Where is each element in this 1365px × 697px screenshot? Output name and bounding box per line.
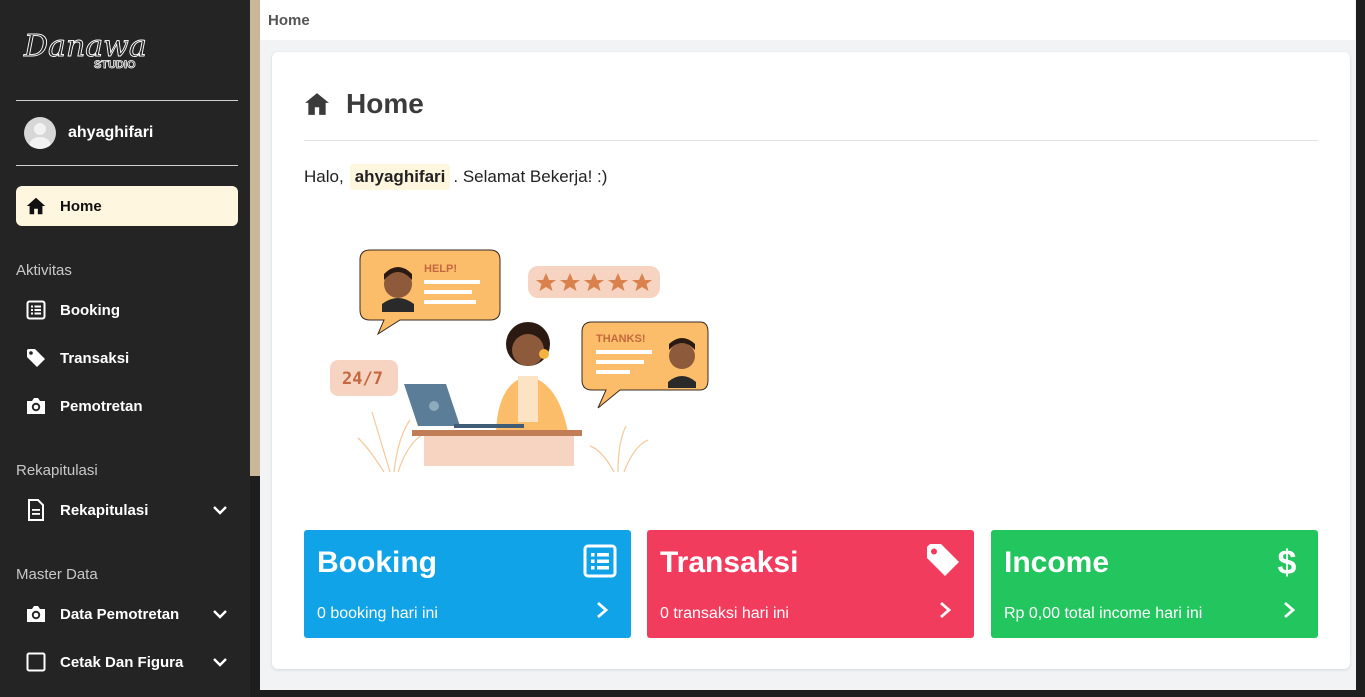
tag-icon: [927, 544, 959, 576]
section-master-data: Master Data: [16, 566, 98, 583]
sidebar-item-label: Pemotretan: [60, 397, 143, 415]
chevron-down-icon[interactable]: [212, 606, 228, 622]
stat-subtitle: 0 booking hari ini: [317, 605, 438, 622]
user-panel[interactable]: ahyaghifari: [24, 116, 153, 150]
sidebar-item-transaksi[interactable]: Transaksi: [16, 338, 238, 378]
chevron-right-icon[interactable]: [1282, 601, 1296, 619]
chevron-down-icon[interactable]: [212, 654, 228, 670]
greeting: Halo, ahyaghifari . Selamat Bekerja! :): [304, 164, 607, 190]
sidebar-item-label: Rekapitulasi: [60, 501, 149, 519]
camera-icon: [24, 394, 48, 418]
title-divider: [304, 140, 1318, 141]
sidebar-item-label: Data Pemotretan: [60, 605, 180, 623]
username: ahyaghifari: [68, 124, 154, 141]
stat-card-income[interactable]: Income $ Rp 0,00 total income hari ini: [991, 530, 1318, 638]
list-icon: [583, 544, 617, 578]
svg-text:STUDIO: STUDIO: [94, 59, 136, 71]
svg-text:HELP!: HELP!: [424, 263, 457, 275]
sidebar: Danawa STUDIO ahyaghifari Home Aktivitas…: [0, 0, 250, 697]
svg-text:THANKS!: THANKS!: [596, 333, 646, 345]
stat-subtitle: 0 transaksi hari ini: [660, 605, 789, 622]
sidebar-divider: [16, 100, 238, 101]
page-title: Home: [304, 88, 424, 120]
sidebar-item-label: Booking: [60, 301, 120, 319]
sidebar-item-home[interactable]: Home: [16, 186, 238, 226]
main-area: Home Home Halo, ahyaghifari . Selamat Be…: [260, 0, 1365, 690]
sidebar-item-data-pemotretan[interactable]: Data Pemotretan: [16, 594, 238, 634]
section-rekapitulasi: Rekapitulasi: [16, 462, 98, 479]
stat-card-transaksi[interactable]: Transaksi 0 transaksi hari ini: [647, 530, 974, 638]
sidebar-item-label: Home: [60, 197, 102, 215]
tag-icon: [24, 346, 48, 370]
svg-text:$: $: [1278, 544, 1297, 578]
home-icon: [24, 194, 48, 218]
sidebar-divider: [16, 165, 238, 166]
sidebar-item-label: Cetak Dan Figura: [60, 653, 184, 671]
top-bar: Home: [260, 0, 1355, 40]
greeting-name: ahyaghifari: [349, 164, 451, 190]
stat-title: Booking: [317, 546, 437, 579]
square-icon: [24, 650, 48, 674]
stat-subtitle: Rp 0,00 total income hari ini: [1004, 605, 1203, 622]
brand-logo[interactable]: Danawa STUDIO: [22, 22, 152, 76]
sidebar-item-rekapitulasi[interactable]: Rekapitulasi: [16, 490, 238, 530]
stat-title: Transaksi: [660, 546, 799, 579]
sidebar-item-pemotretan[interactable]: Pemotretan: [16, 386, 238, 426]
chevron-down-icon[interactable]: [212, 502, 228, 518]
chevron-right-icon[interactable]: [938, 601, 952, 619]
greeting-prefix: Halo,: [304, 167, 344, 186]
sidebar-item-cetak-figura[interactable]: Cetak Dan Figura: [16, 642, 238, 682]
sidebar-item-label: Transaksi: [60, 349, 130, 367]
content-card: Home Halo, ahyaghifari . Selamat Bekerja…: [272, 52, 1350, 669]
stat-card-booking[interactable]: Booking 0 booking hari ini: [304, 530, 631, 638]
list-icon: [24, 298, 48, 322]
home-icon: [305, 93, 329, 115]
section-aktivitas: Aktivitas: [16, 262, 72, 279]
window-edge: [1356, 0, 1365, 697]
avatar: [24, 117, 56, 149]
document-icon: [24, 498, 48, 522]
sidebar-item-booking[interactable]: Booking: [16, 290, 238, 330]
breadcrumb[interactable]: Home: [268, 12, 310, 29]
camera-icon: [24, 602, 48, 626]
chevron-right-icon[interactable]: [595, 601, 609, 619]
stat-title: Income: [1004, 546, 1110, 579]
sidebar-scroll-track: [250, 0, 260, 476]
page-title-text: Home: [346, 88, 424, 119]
dollar-icon: $: [1278, 544, 1297, 578]
greeting-suffix: . Selamat Bekerja! :): [453, 167, 608, 186]
customer-support-illustration: HELP! THANKS! 24/7: [330, 249, 709, 472]
svg-text:24/7: 24/7: [342, 369, 383, 389]
